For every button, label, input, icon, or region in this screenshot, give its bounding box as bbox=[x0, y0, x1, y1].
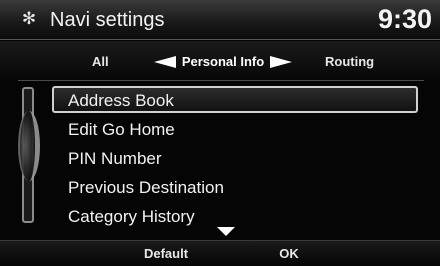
category-tab-bar: All Personal Info Routing bbox=[0, 41, 440, 81]
gear-icon: ✻ bbox=[21, 9, 37, 28]
scrollbar-thumb[interactable] bbox=[18, 111, 40, 181]
arrow-right-icon[interactable] bbox=[270, 56, 292, 68]
scroll-down-icon[interactable] bbox=[217, 227, 235, 236]
tab-current-label: Personal Info bbox=[181, 54, 265, 69]
list-item-address-book[interactable]: Address Book bbox=[52, 86, 418, 113]
default-button[interactable]: Default bbox=[126, 245, 206, 263]
list-item-category-history[interactable]: Category History bbox=[52, 202, 418, 231]
list-item-pin-number[interactable]: PIN Number bbox=[52, 144, 418, 173]
tab-personal-info[interactable]: Personal Info bbox=[150, 51, 296, 72]
page-title: Navi settings bbox=[50, 9, 165, 31]
tab-all[interactable]: All bbox=[92, 54, 109, 70]
settings-list: Address Book Edit Go Home PIN Number Pre… bbox=[52, 86, 418, 231]
ok-button[interactable]: OK bbox=[264, 245, 314, 263]
tab-routing[interactable]: Routing bbox=[325, 54, 374, 70]
list-item-edit-go-home[interactable]: Edit Go Home bbox=[52, 115, 418, 144]
navi-settings-screen: ✻ Navi settings 9:30 All Personal Info R… bbox=[0, 0, 440, 266]
settings-list-panel: Address Book Edit Go Home PIN Number Pre… bbox=[18, 80, 424, 230]
list-item-previous-destination[interactable]: Previous Destination bbox=[52, 173, 418, 202]
arrow-left-icon[interactable] bbox=[154, 56, 176, 68]
bottom-bar: Default OK bbox=[0, 240, 440, 266]
clock: 9:30 bbox=[377, 4, 432, 34]
scrollbar[interactable] bbox=[18, 81, 40, 231]
title-bar: ✻ Navi settings 9:30 bbox=[0, 0, 440, 40]
